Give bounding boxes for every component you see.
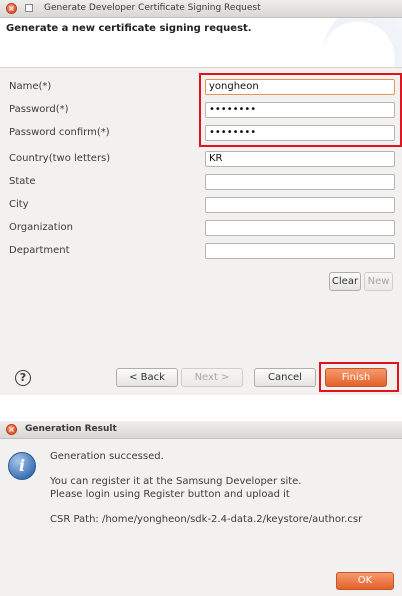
required-fields-highlight	[199, 73, 402, 147]
password-confirm-label: Password confirm(*)	[9, 127, 110, 138]
result-dialog: × Generation Result	[0, 421, 402, 596]
clear-button[interactable]: Clear	[329, 272, 361, 291]
banner-decoration	[322, 18, 402, 67]
result-status-text: Generation successed.	[50, 451, 164, 462]
city-field[interactable]	[205, 197, 395, 213]
cancel-button[interactable]: Cancel	[254, 368, 316, 387]
close-icon[interactable]: ×	[6, 424, 17, 435]
state-label: State	[9, 176, 36, 187]
name-label: Name(*)	[9, 81, 52, 92]
info-icon: i	[8, 452, 36, 480]
ok-button[interactable]: OK	[336, 572, 394, 590]
back-button[interactable]: < Back	[116, 368, 178, 387]
city-label: City	[9, 199, 29, 210]
result-upload-text: Please login using Register button and u…	[50, 489, 290, 500]
country-field[interactable]: KR	[205, 151, 395, 167]
result-dialog-titlebar: × Generation Result	[0, 421, 402, 439]
organization-label: Organization	[9, 222, 73, 233]
finish-highlight	[319, 362, 399, 392]
organization-field[interactable]	[205, 220, 395, 236]
next-button[interactable]: Next >	[181, 368, 243, 387]
new-button[interactable]: New	[364, 272, 393, 291]
csr-dialog-titlebar: × Generate Developer Certificate Signing…	[0, 0, 402, 18]
result-dialog-title: Generation Result	[25, 424, 117, 434]
csr-dialog: × Generate Developer Certificate Signing…	[0, 0, 402, 395]
close-icon[interactable]: ×	[6, 3, 17, 14]
result-register-text: You can register it at the Samsung Devel…	[50, 476, 302, 487]
state-field[interactable]	[205, 174, 395, 190]
wizard-banner: Generate a new certificate signing reque…	[0, 18, 402, 68]
dialog-title: Generate Developer Certificate Signing R…	[44, 3, 261, 13]
country-label: Country(two letters)	[9, 153, 111, 164]
banner-title: Generate a new certificate signing reque…	[6, 23, 252, 34]
csr-path-text: CSR Path: /home/yongheon/sdk-2.4-data.2/…	[50, 514, 363, 525]
help-icon[interactable]: ?	[15, 370, 31, 386]
department-label: Department	[9, 245, 70, 256]
password-label: Password(*)	[9, 104, 69, 115]
department-field[interactable]	[205, 243, 395, 259]
maximize-icon[interactable]	[25, 4, 33, 12]
